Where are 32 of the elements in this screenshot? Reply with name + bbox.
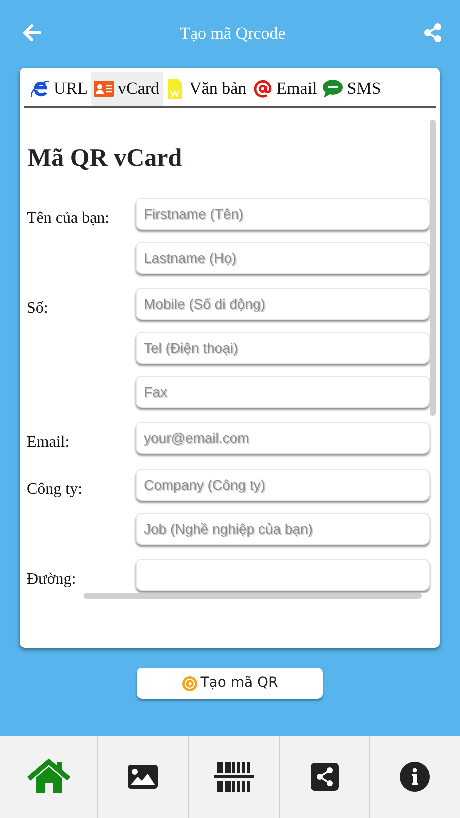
input-field[interactable]: Job (Nghề nghiệp của bạn): [136, 513, 430, 545]
barcode-icon[interactable]: [214, 761, 254, 793]
tab[interactable]: vCard: [91, 72, 163, 106]
tab[interactable]: Văn bản: [162, 72, 250, 106]
form-heading: Mã QR vCard: [28, 144, 184, 174]
input-field[interactable]: Lastname (Họ): [136, 242, 430, 274]
speech-bubble-icon: [323, 79, 344, 99]
field-label: Email:: [26, 433, 71, 453]
web-e-icon: [30, 79, 50, 99]
field-label: Công ty:: [26, 480, 84, 500]
field-label: Số:: [26, 299, 50, 319]
screen-title: Tạo mã Qrcode: [180, 23, 286, 46]
tab[interactable]: Email: [250, 72, 320, 106]
input-field[interactable]: Company (Công ty): [136, 469, 430, 501]
input-field[interactable]: Mobile (Số di động): [136, 288, 430, 320]
generate-qr-button[interactable]: Tạo mã QR: [137, 668, 323, 699]
input-field[interactable]: your@email.com: [136, 422, 430, 454]
input-field[interactable]: Firstname (Tên): [136, 198, 430, 230]
input-field[interactable]: Tel (Điện thoại): [136, 332, 430, 364]
at-sign-icon: [252, 79, 273, 99]
contact-card-icon: [94, 79, 114, 99]
home-icon[interactable]: [26, 759, 71, 795]
play-circle-icon: [182, 676, 198, 692]
tab[interactable]: SMS: [320, 72, 384, 106]
field-label: Đường:: [26, 570, 78, 590]
share-icon[interactable]: [310, 763, 338, 791]
image-icon[interactable]: [127, 764, 160, 790]
tab[interactable]: URL: [27, 72, 91, 106]
input-field[interactable]: Fax: [136, 376, 430, 408]
input-field[interactable]: [136, 559, 430, 591]
info-icon[interactable]: [400, 762, 430, 792]
field-label: Tên của bạn:: [26, 209, 111, 229]
